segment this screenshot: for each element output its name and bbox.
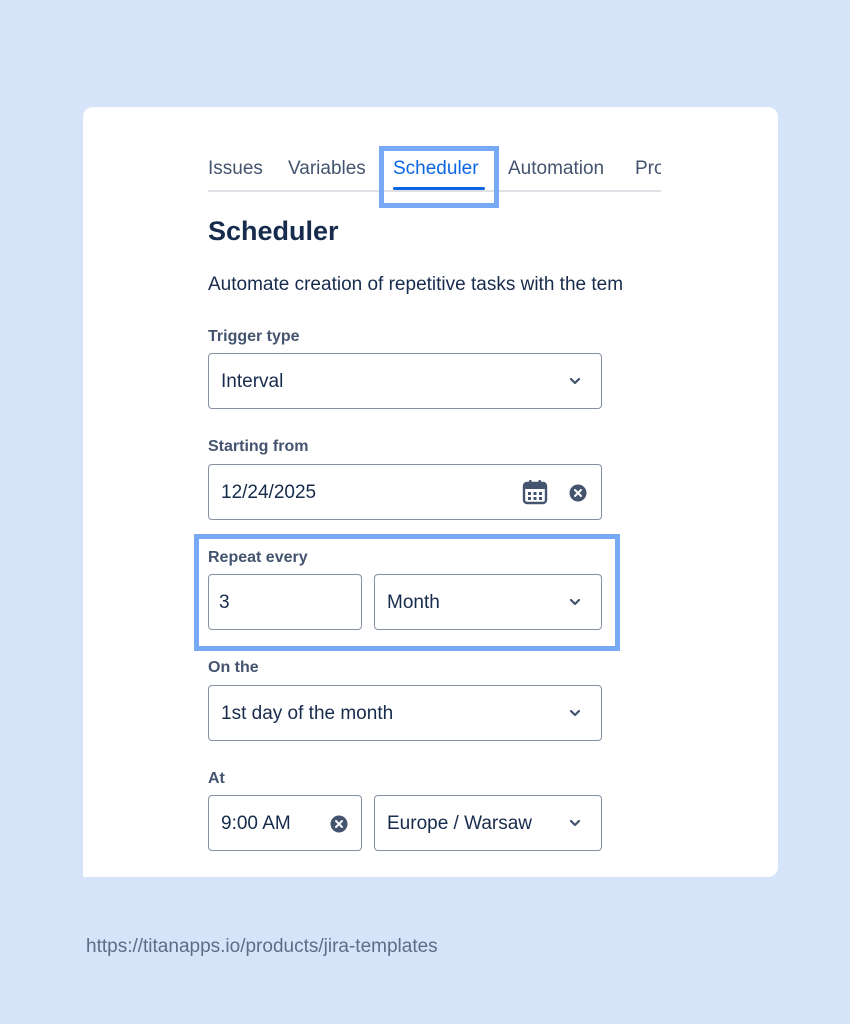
repeat-count-input[interactable]: 3 xyxy=(208,574,362,630)
starting-from-label: Starting from xyxy=(208,438,309,455)
page-title: Scheduler xyxy=(208,216,339,246)
tab-issues[interactable]: Issues xyxy=(208,158,263,180)
on-the-select[interactable]: 1st day of the month xyxy=(208,685,602,741)
timezone-value: Europe / Warsaw xyxy=(387,813,533,834)
footer-url: https://titanapps.io/products/jira-templ… xyxy=(86,936,438,957)
active-tab-indicator xyxy=(393,187,485,190)
time-value: 9:00 AM xyxy=(221,813,291,834)
at-label: At xyxy=(208,770,225,787)
trigger-type-label: Trigger type xyxy=(208,328,300,345)
scheduler-panel: Issues Variables Scheduler Automation Pr… xyxy=(208,150,661,877)
starting-from-date-input[interactable]: 12/24/2025 xyxy=(208,464,602,520)
repeat-unit-select[interactable]: Month xyxy=(374,574,602,630)
page-description: Automate creation of repetitive tasks wi… xyxy=(208,274,624,295)
on-the-label: On the xyxy=(208,659,259,676)
starting-from-value: 12/24/2025 xyxy=(221,482,317,503)
tab-bar: Issues Variables Scheduler Automation Pr… xyxy=(208,150,661,192)
on-the-value: 1st day of the month xyxy=(221,703,394,724)
tab-scheduler[interactable]: Scheduler xyxy=(393,158,479,180)
time-input[interactable]: 9:00 AM xyxy=(208,795,362,851)
chevron-down-icon xyxy=(569,598,581,606)
trigger-type-value: Interval xyxy=(221,371,284,392)
trigger-type-select[interactable]: Interval xyxy=(208,353,602,409)
chevron-down-icon xyxy=(569,819,581,827)
timezone-select[interactable]: Europe / Warsaw xyxy=(374,795,602,851)
calendar-icon[interactable] xyxy=(522,479,548,505)
tab-automation[interactable]: Automation xyxy=(508,158,604,180)
repeat-unit-value: Month xyxy=(387,592,440,613)
tab-variables[interactable]: Variables xyxy=(288,158,366,180)
repeat-every-label: Repeat every xyxy=(208,549,308,566)
clear-icon[interactable] xyxy=(330,815,348,833)
chevron-down-icon xyxy=(569,377,581,385)
clear-icon[interactable] xyxy=(569,484,587,502)
tab-pro[interactable]: Pro xyxy=(635,158,661,180)
repeat-count-value: 3 xyxy=(219,592,230,613)
chevron-down-icon xyxy=(569,709,581,717)
